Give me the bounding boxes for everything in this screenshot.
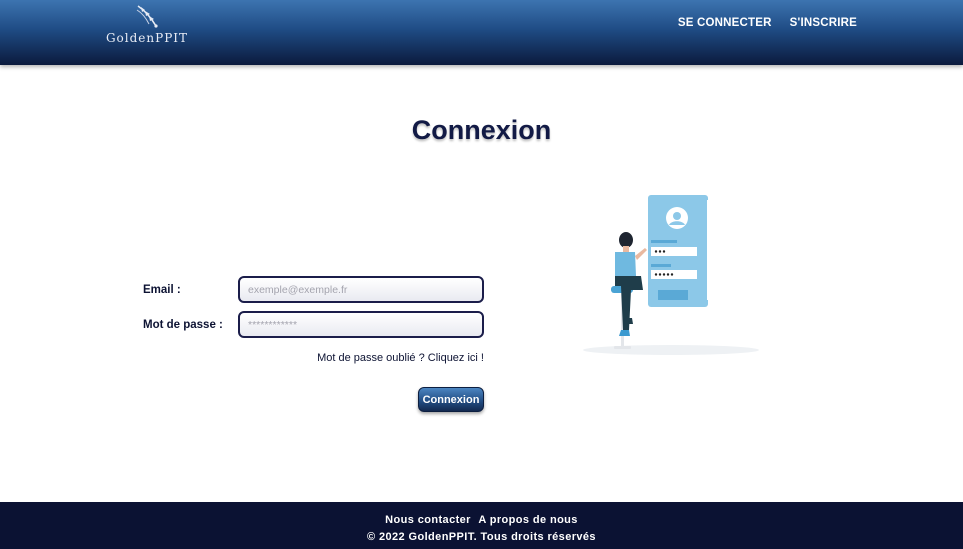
footer-about-link[interactable]: A propos de nous [478, 514, 578, 526]
footer-copyright: © 2022 GoldenPPIT. Tous droits réservés [367, 531, 596, 543]
forgot-password-link[interactable]: Mot de passe oublié ? Cliquez ici ! [317, 352, 484, 364]
nav-login-link[interactable]: SE CONNECTER [678, 17, 772, 29]
main-nav: SE CONNECTER S'INSCRIRE [678, 17, 857, 29]
top-header: GoldenPPIT SE CONNECTER S'INSCRIRE [0, 0, 963, 65]
password-label: Mot de passe : [143, 319, 223, 331]
footer: Nous contacter A propos de nous © 2022 G… [0, 502, 963, 549]
footer-links: Nous contacter A propos de nous [0, 514, 963, 526]
logo-feather-icon [136, 5, 158, 28]
footer-contact-link[interactable]: Nous contacter [385, 514, 471, 526]
password-field[interactable] [238, 311, 484, 338]
logo-text: GoldenPPIT [105, 31, 189, 45]
login-illustration [583, 195, 759, 355]
login-submit-button[interactable]: Connexion [418, 387, 484, 412]
email-field[interactable] [238, 276, 484, 303]
nav-register-link[interactable]: S'INSCRIRE [790, 17, 857, 29]
logo[interactable]: GoldenPPIT [104, 4, 190, 45]
page-title: Connexion [411, 115, 552, 145]
email-label: Email : [143, 284, 181, 296]
